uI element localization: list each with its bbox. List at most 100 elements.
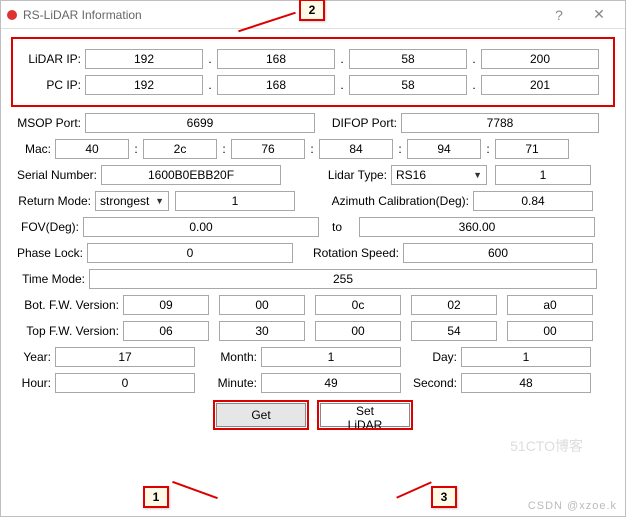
lidar-ip-label: LiDAR IP: (17, 52, 85, 66)
rotation-label: Rotation Speed: (293, 246, 403, 260)
colon: : (393, 142, 407, 156)
bot-fw-2[interactable] (315, 295, 401, 315)
lidar-ip-2[interactable] (349, 49, 467, 69)
callout-1: 1 (143, 486, 169, 508)
top-fw-label: Top F.W. Version: (11, 324, 123, 338)
fov-from[interactable] (83, 217, 319, 237)
msop-port[interactable] (85, 113, 315, 133)
window-title: RS-LiDAR Information (23, 8, 539, 22)
top-fw-0[interactable] (123, 321, 209, 341)
rotation-input[interactable] (403, 243, 593, 263)
get-button[interactable]: Get (216, 403, 306, 427)
dot: . (203, 78, 217, 92)
month-input[interactable] (261, 347, 401, 367)
close-button[interactable]: ✕ (579, 6, 619, 23)
lidar-type-value: RS16 (396, 168, 426, 182)
difop-port[interactable] (401, 113, 599, 133)
lidar-ip-row: LiDAR IP: . . . (17, 49, 609, 69)
top-fw-3[interactable] (411, 321, 497, 341)
return-mode-num[interactable] (175, 191, 295, 211)
date-row-1: Year: Month: Day: (11, 347, 615, 367)
top-fw-2[interactable] (315, 321, 401, 341)
bot-fw-3[interactable] (411, 295, 497, 315)
bot-fw-1[interactable] (219, 295, 305, 315)
lidar-ip-0[interactable] (85, 49, 203, 69)
mac-label: Mac: (11, 142, 55, 156)
time-mode-row: Time Mode: (11, 269, 615, 289)
colon: : (217, 142, 231, 156)
phase-rotation-row: Phase Lock: Rotation Speed: (11, 243, 615, 263)
azimuth-input[interactable] (473, 191, 593, 211)
second-input[interactable] (461, 373, 591, 393)
callout-3: 3 (431, 486, 457, 508)
lidar-type-label: Lidar Type: (281, 168, 391, 182)
watermark-logo: 51CTO博客 (510, 436, 583, 456)
pc-ip-label: PC IP: (17, 78, 85, 92)
chevron-down-icon: ▼ (473, 170, 482, 180)
msop-label: MSOP Port: (11, 116, 85, 130)
mac-5[interactable] (495, 139, 569, 159)
set-lidar-button[interactable]: Set LiDAR (320, 403, 410, 427)
return-mode-value: strongest (100, 194, 149, 208)
dot: . (467, 78, 481, 92)
azimuth-label: Azimuth Calibration(Deg): (295, 194, 473, 208)
minute-input[interactable] (261, 373, 401, 393)
mac-3[interactable] (319, 139, 393, 159)
bot-fw-0[interactable] (123, 295, 209, 315)
bot-fw-label: Bot. F.W. Version: (11, 298, 123, 312)
pc-ip-3[interactable] (481, 75, 599, 95)
dot: . (203, 52, 217, 66)
callout-2: 2 (299, 0, 325, 21)
year-input[interactable] (55, 347, 195, 367)
colon: : (305, 142, 319, 156)
time-mode-input[interactable] (89, 269, 597, 289)
return-mode-label: Return Mode: (11, 194, 95, 208)
phase-label: Phase Lock: (11, 246, 87, 260)
pc-ip-1[interactable] (217, 75, 335, 95)
fov-label: FOV(Deg): (11, 220, 83, 234)
day-input[interactable] (461, 347, 591, 367)
app-icon (7, 10, 17, 20)
difop-label: DIFOP Port: (315, 116, 401, 130)
lidar-ip-1[interactable] (217, 49, 335, 69)
hour-label: Hour: (11, 376, 55, 390)
fov-to[interactable] (359, 217, 595, 237)
ip-group-highlight: LiDAR IP: . . . PC IP: . . . (11, 37, 615, 107)
mac-0[interactable] (55, 139, 129, 159)
top-fw-4[interactable] (507, 321, 593, 341)
dot: . (335, 78, 349, 92)
button-row: Get Set LiDAR (11, 403, 615, 427)
pc-ip-2[interactable] (349, 75, 467, 95)
bot-fw-row: Bot. F.W. Version: (11, 295, 615, 315)
chevron-down-icon: ▼ (155, 196, 164, 206)
pc-ip-0[interactable] (85, 75, 203, 95)
lidar-type-select[interactable]: RS16 ▼ (391, 165, 487, 185)
hour-input[interactable] (55, 373, 195, 393)
phase-input[interactable] (87, 243, 293, 263)
dialog-window: 2 RS-LiDAR Information ? ✕ LiDAR IP: . .… (0, 0, 626, 517)
return-mode-select[interactable]: strongest ▼ (95, 191, 169, 211)
colon: : (129, 142, 143, 156)
month-label: Month: (195, 350, 261, 364)
lidar-type-num[interactable] (495, 165, 591, 185)
time-mode-label: Time Mode: (11, 272, 89, 286)
serial-input[interactable] (101, 165, 281, 185)
lidar-ip-3[interactable] (481, 49, 599, 69)
date-row-2: Hour: Minute: Second: (11, 373, 615, 393)
watermark-text: CSDN @xzoe.k (528, 500, 617, 512)
fov-to-label: to (319, 220, 359, 234)
second-label: Second: (401, 376, 461, 390)
help-button[interactable]: ? (539, 7, 579, 23)
mac-1[interactable] (143, 139, 217, 159)
minute-label: Minute: (195, 376, 261, 390)
top-fw-1[interactable] (219, 321, 305, 341)
mac-2[interactable] (231, 139, 305, 159)
dot: . (467, 52, 481, 66)
bot-fw-4[interactable] (507, 295, 593, 315)
mac-row: Mac: : : : : : (11, 139, 615, 159)
mac-4[interactable] (407, 139, 481, 159)
return-azimuth-row: Return Mode: strongest ▼ Azimuth Calibra… (11, 191, 615, 211)
dot: . (335, 52, 349, 66)
year-label: Year: (11, 350, 55, 364)
fov-row: FOV(Deg): to (11, 217, 615, 237)
